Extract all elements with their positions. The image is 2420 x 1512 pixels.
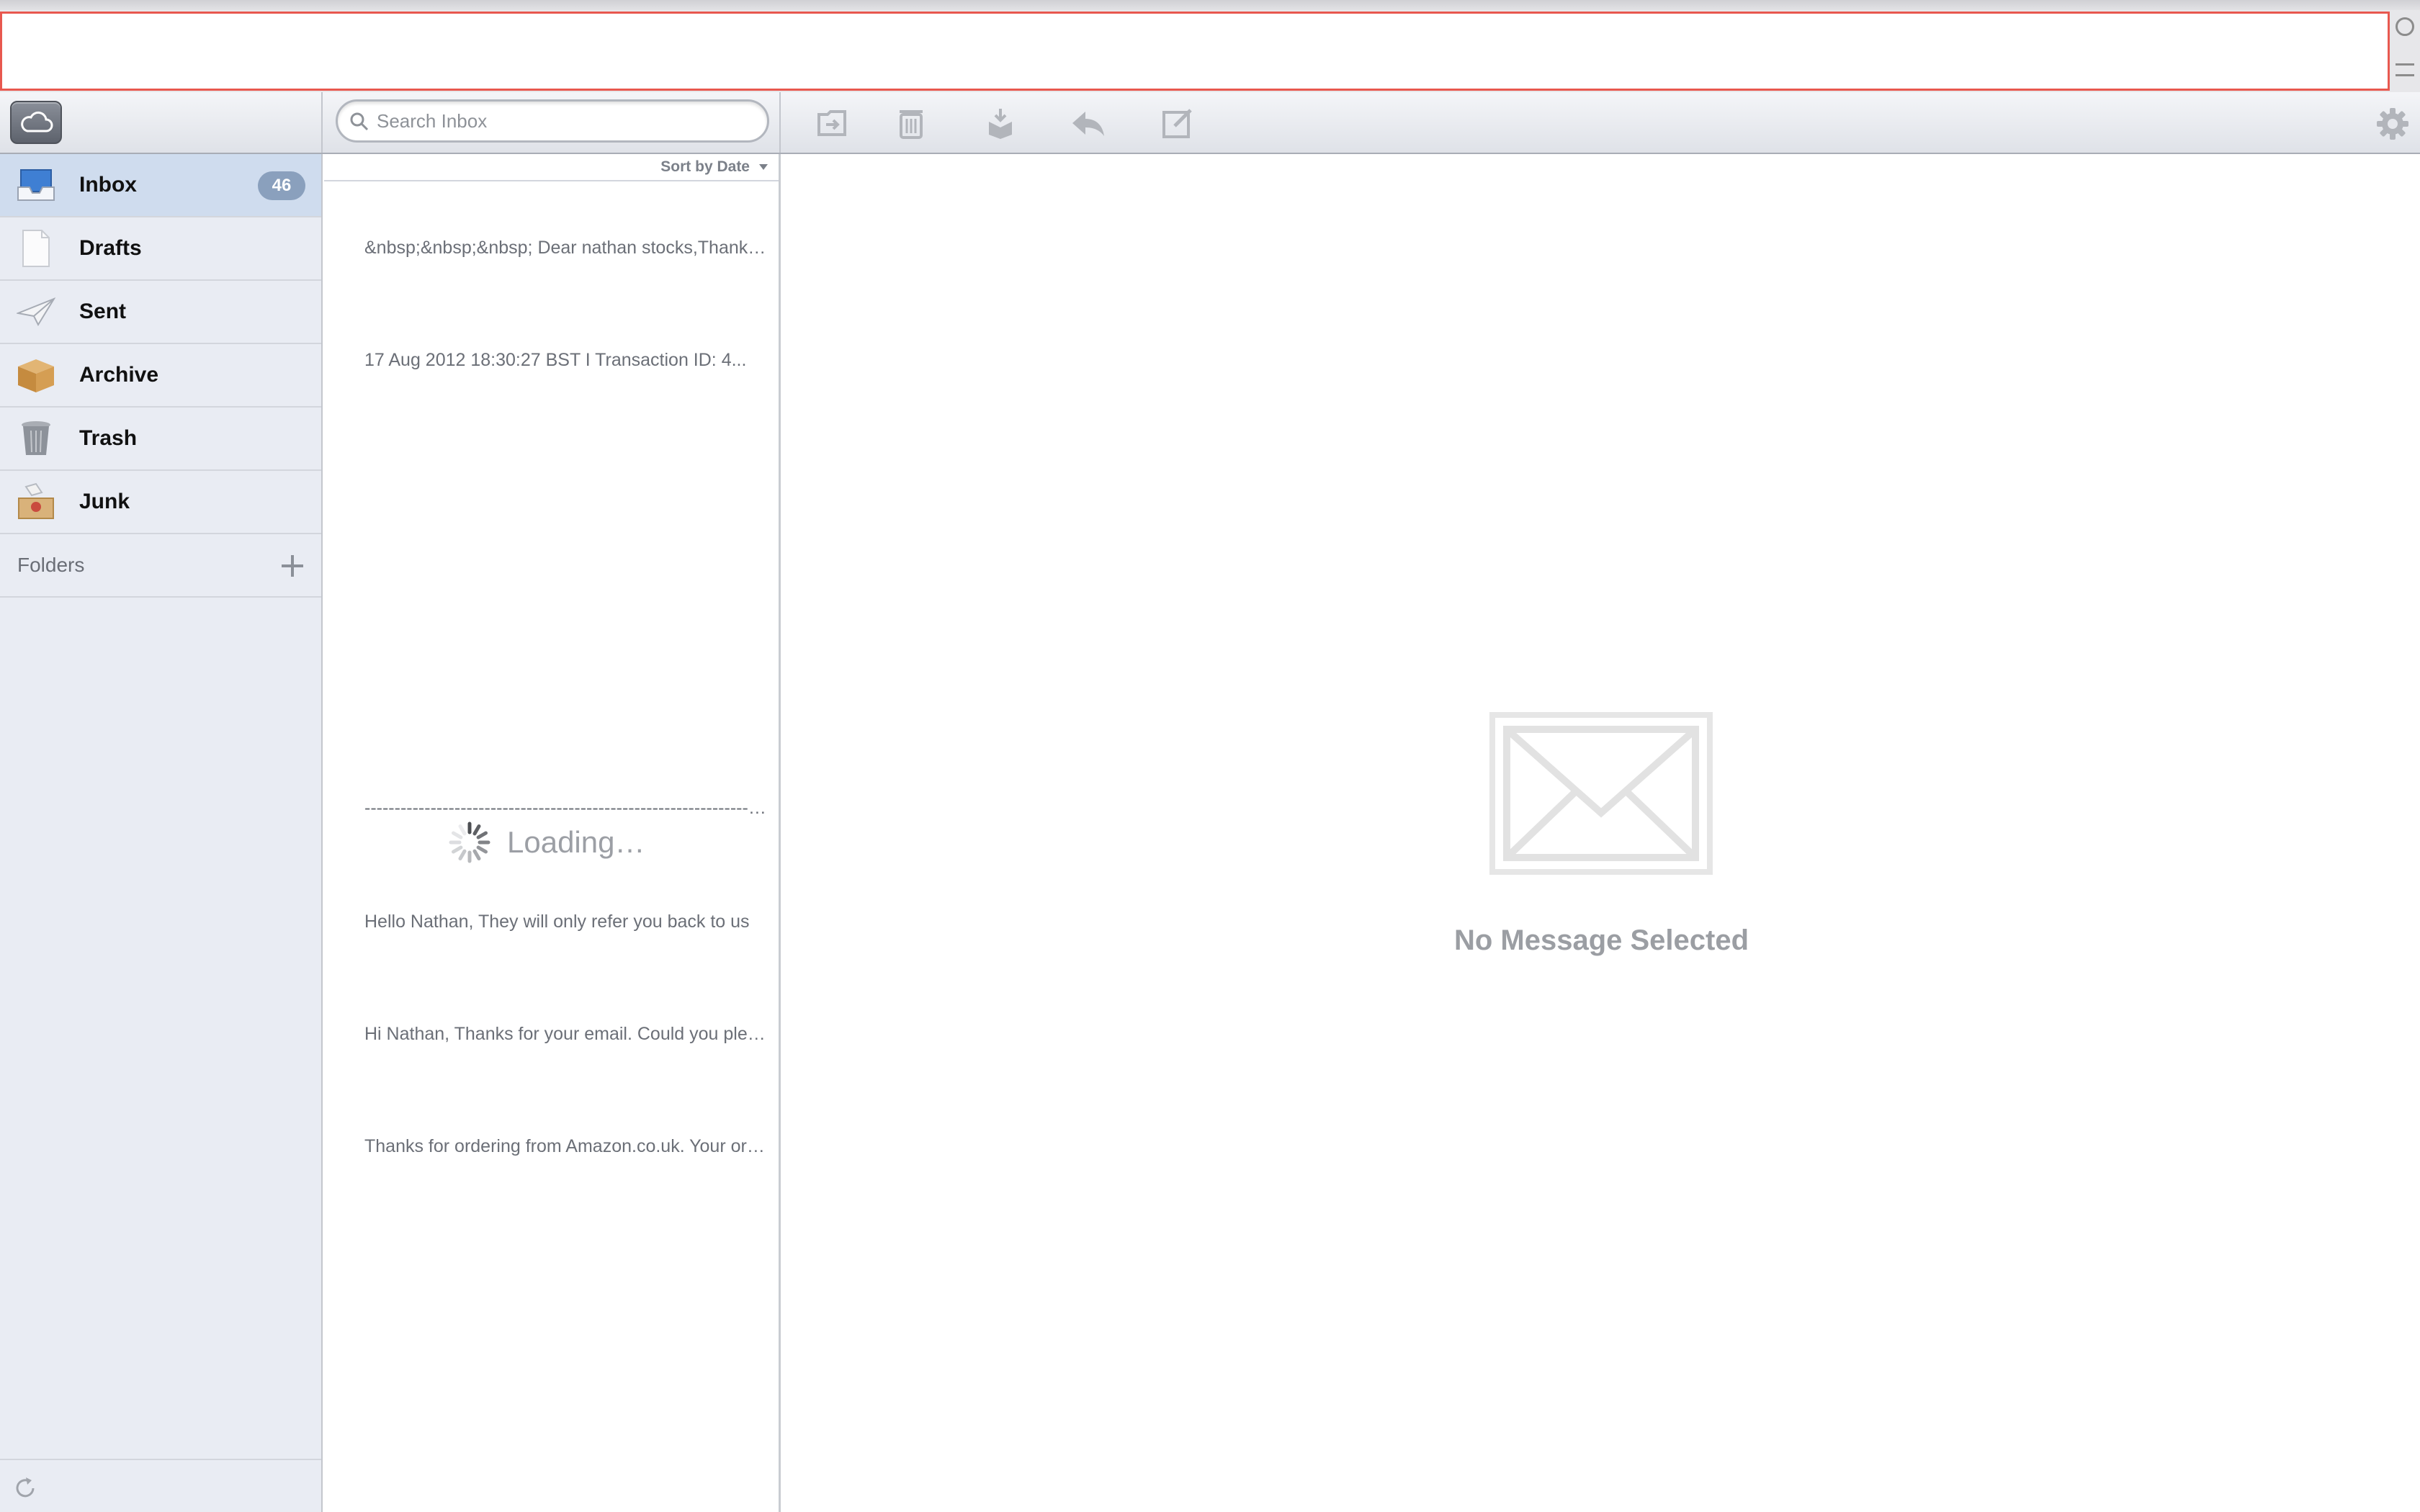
folders-header: Folders [0, 534, 321, 598]
toolbar-search-section [324, 92, 781, 153]
browser-menu-icon[interactable] [2396, 63, 2414, 76]
mailbox-label: Sent [79, 300, 127, 323]
mailbox-junk[interactable]: Junk [0, 471, 321, 534]
sort-bar: Sort by Date [324, 154, 779, 181]
main-toolbar [0, 92, 2420, 154]
message-preview-row[interactable]: Thanks for ordering from Amazon.co.uk. Y… [364, 1136, 768, 1157]
reply-arrow-icon [1072, 112, 1104, 136]
compose-button[interactable] [1160, 105, 1196, 141]
mailbox-sent[interactable]: Sent [0, 281, 321, 344]
search-field[interactable] [336, 99, 769, 143]
search-icon [350, 112, 369, 131]
archive-button[interactable] [982, 105, 1018, 141]
mailbox-label: Drafts [79, 236, 142, 260]
mailbox-label: Junk [79, 490, 130, 513]
mailbox-sidebar: Inbox 46 Drafts Sent Archive Trash Junk … [0, 154, 323, 1512]
spinner-icon [449, 822, 490, 863]
message-preview-row[interactable]: 17 Aug 2012 18:30:27 BST I Transaction I… [364, 350, 768, 371]
message-preview-row[interactable]: ----------------------------------------… [364, 798, 768, 819]
mailbox-archive[interactable]: Archive [0, 344, 321, 408]
archive-box-icon [14, 354, 58, 397]
add-folder-button[interactable] [279, 553, 305, 579]
compose-icon [1162, 109, 1192, 138]
sort-menu[interactable]: Sort by Date [660, 158, 768, 176]
reply-button[interactable] [1070, 105, 1106, 141]
address-bar[interactable] [0, 12, 2390, 91]
sidebar-footer [0, 1459, 321, 1512]
folder-move-icon [817, 110, 846, 136]
settings-button[interactable] [2375, 107, 2410, 141]
cloud-icon [21, 111, 53, 132]
message-preview-row[interactable]: &nbsp;&nbsp;&nbsp; Dear nathan stocks,Th… [364, 238, 768, 258]
delete-button[interactable] [893, 105, 929, 141]
gear-icon [2377, 108, 2408, 140]
plus-icon [282, 555, 303, 577]
mailbox-inbox[interactable]: Inbox 46 [0, 154, 321, 217]
message-preview-row[interactable]: Hello Nathan, They will only refer you b… [364, 912, 768, 932]
junk-icon [14, 480, 58, 523]
sort-label: Sort by Date [660, 158, 750, 175]
folders-label: Folders [17, 554, 85, 576]
browser-top-strip [0, 0, 2420, 92]
unread-count-badge: 46 [258, 171, 305, 200]
trash-icon [900, 110, 923, 139]
refresh-button[interactable] [13, 1476, 37, 1500]
browser-status-icon[interactable] [2396, 17, 2414, 36]
no-message-selected-text: No Message Selected [1453, 924, 1749, 956]
dropdown-arrow-icon [759, 164, 768, 170]
icloud-button[interactable] [10, 101, 62, 144]
search-input[interactable] [375, 109, 767, 133]
inbox-icon [14, 163, 58, 207]
sent-icon [14, 290, 58, 333]
mailbox-drafts[interactable]: Drafts [0, 217, 321, 281]
mailbox-trash[interactable]: Trash [0, 408, 321, 471]
toolbar-left-section [0, 92, 323, 153]
trash-can-icon [14, 417, 58, 460]
mailbox-label: Trash [79, 426, 138, 450]
drafts-icon [14, 227, 58, 270]
mailbox-label: Archive [79, 363, 159, 387]
reading-pane: No Message Selected [783, 154, 2420, 1512]
loading-indicator: Loading… [448, 821, 645, 864]
message-preview-row[interactable]: Hi Nathan, Thanks for your email. Could … [364, 1024, 768, 1045]
refresh-icon [16, 1477, 35, 1498]
loading-text: Loading… [507, 825, 645, 859]
envelope-icon [1489, 712, 1713, 875]
browser-top-edge [0, 0, 2420, 10]
mailbox-label: Inbox [79, 173, 137, 197]
message-list: Sort by Date &nbsp;&nbsp;&nbsp; Dear nat… [324, 154, 781, 1512]
archive-icon [989, 109, 1012, 139]
move-to-folder-button[interactable] [814, 105, 850, 141]
